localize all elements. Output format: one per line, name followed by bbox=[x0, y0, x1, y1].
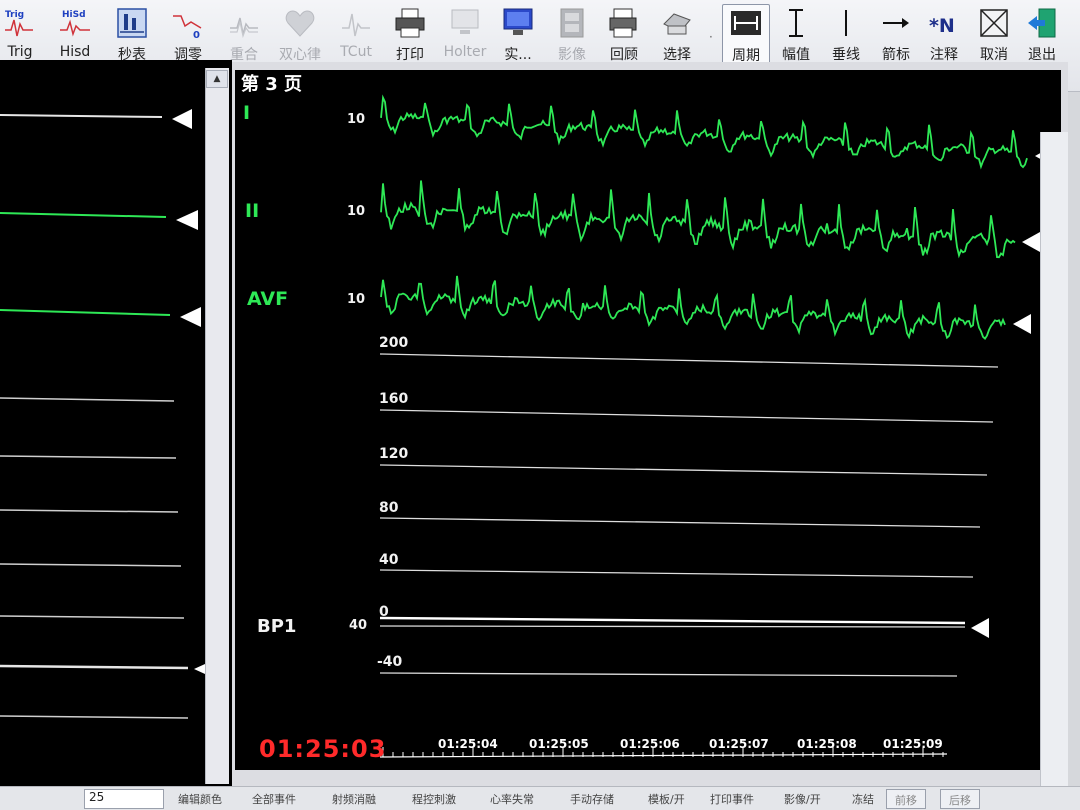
ecg-trace-ii bbox=[380, 180, 1016, 259]
print-label: 打印 bbox=[396, 47, 424, 63]
speed-input[interactable]: 25 bbox=[84, 789, 164, 809]
annotation-label: 注释 bbox=[930, 47, 958, 63]
prev-page-button[interactable]: 前移 bbox=[886, 789, 926, 809]
amplitude-icon bbox=[776, 4, 816, 42]
hisd-icon: HiSd bbox=[55, 4, 95, 42]
time-tick-4: 01:25:07 bbox=[709, 737, 769, 751]
cancel-label: 取消 bbox=[980, 47, 1008, 63]
vertical-line-icon bbox=[826, 4, 866, 42]
cancel-icon bbox=[974, 4, 1014, 42]
annotation-icon-text: *N bbox=[929, 15, 955, 37]
review-icon bbox=[604, 4, 644, 42]
bp-gridline-minus40 bbox=[379, 672, 958, 677]
trig-icon: Trig bbox=[0, 4, 40, 42]
adjust-zero-icon: 0 bbox=[168, 4, 208, 42]
bp-gridline-120 bbox=[379, 464, 988, 476]
status-arrhythmia[interactable]: 心率失常 bbox=[490, 791, 534, 807]
trig-label: Trig bbox=[7, 44, 33, 60]
left-marker-3[interactable] bbox=[180, 307, 201, 327]
status-edit-color[interactable]: 编辑颜色 bbox=[178, 791, 222, 807]
bp-gridline-160 bbox=[379, 409, 994, 423]
holter-label: Holter bbox=[443, 44, 487, 60]
toolbar-separator-dot: · bbox=[709, 30, 713, 44]
scroll-up-arrow-icon[interactable]: ▲ bbox=[206, 70, 228, 88]
status-all-events[interactable]: 全部事件 bbox=[252, 791, 296, 807]
annotation-icon: *N bbox=[924, 4, 964, 42]
bp-scale-160: 160 bbox=[379, 391, 409, 407]
film-label: 影像 bbox=[558, 47, 586, 63]
arrow-icon bbox=[876, 4, 916, 42]
amplitude-label: 幅值 bbox=[782, 47, 810, 63]
film-icon bbox=[552, 4, 592, 42]
tcut-label: TCut bbox=[340, 44, 372, 60]
bp-channel-label: BP1 bbox=[257, 616, 297, 637]
heart-icon bbox=[280, 4, 320, 42]
bp1-marker[interactable] bbox=[971, 618, 989, 638]
ecg-trace-avf bbox=[380, 275, 1006, 340]
next-page-button[interactable]: 后移 bbox=[940, 789, 980, 809]
bp-trace bbox=[379, 616, 966, 625]
status-template-on[interactable]: 模板/开 bbox=[648, 791, 685, 807]
time-tick-6: 01:25:09 bbox=[883, 737, 943, 751]
time-tick-3: 01:25:06 bbox=[620, 737, 680, 751]
status-manual-save[interactable]: 手动存储 bbox=[570, 791, 614, 807]
main-vertical-scrollbar[interactable] bbox=[1040, 132, 1068, 810]
lead-ii-marker[interactable] bbox=[1022, 232, 1040, 252]
bp-scale-120: 120 bbox=[379, 446, 409, 462]
main-monitor-panel: 第 3 页 I 10 II 10 AVF 10 BP1 40 200 160 1… bbox=[232, 62, 1068, 810]
period-icon bbox=[726, 5, 766, 43]
exit-icon bbox=[1022, 4, 1062, 42]
status-programmed-stim[interactable]: 程控刺激 bbox=[412, 791, 456, 807]
status-print-events[interactable]: 打印事件 bbox=[710, 791, 754, 807]
status-film-on[interactable]: 影像/开 bbox=[784, 791, 821, 807]
time-tick-5: 01:25:08 bbox=[797, 737, 857, 751]
bp-gain: 40 bbox=[349, 618, 368, 633]
time-tick-2: 01:25:05 bbox=[529, 737, 589, 751]
arrow-label: 箭标 bbox=[882, 47, 910, 63]
left-marker-2[interactable] bbox=[176, 210, 198, 230]
bp-gridline-0 bbox=[379, 625, 966, 628]
left-traces bbox=[0, 109, 216, 719]
lead-avf-marker[interactable] bbox=[1013, 314, 1031, 334]
review-label: 回顾 bbox=[610, 47, 638, 63]
realtime-icon bbox=[498, 4, 538, 42]
adjust-zero-icon-text: 0 bbox=[193, 30, 200, 40]
ecg-traces bbox=[379, 94, 1028, 758]
select-label: 选择 bbox=[663, 47, 691, 63]
left-marker-1[interactable] bbox=[172, 109, 192, 129]
bp-scale-minus40: -40 bbox=[377, 654, 403, 670]
status-rf-ablation[interactable]: 射频消融 bbox=[332, 791, 376, 807]
current-time: 01:25:03 bbox=[259, 735, 387, 763]
bp-gridline-80 bbox=[379, 517, 981, 528]
left-scrollbar[interactable]: ▲ bbox=[205, 68, 229, 784]
waveform-screen: 第 3 页 I 10 II 10 AVF 10 BP1 40 200 160 1… bbox=[235, 70, 1061, 770]
ecg-trace-i bbox=[380, 94, 1028, 170]
trig-icon-text: Trig bbox=[5, 10, 24, 20]
hisd-label: Hisd bbox=[59, 44, 91, 60]
status-freeze[interactable]: 冻结 bbox=[852, 791, 874, 807]
time-tick-1: 01:25:04 bbox=[438, 737, 498, 751]
stopwatch-icon bbox=[112, 4, 152, 42]
bp-scale-0: 0 bbox=[379, 604, 389, 620]
status-bar: 25 编辑颜色 全部事件 射频消融 程控刺激 心率失常 手动存储 模板/开 打印… bbox=[0, 786, 1080, 810]
select-icon bbox=[657, 4, 697, 42]
bp-scale-80: 80 bbox=[379, 500, 399, 516]
holter-icon bbox=[445, 4, 485, 42]
exit-label: 退出 bbox=[1028, 47, 1056, 63]
vertical-line-label: 垂线 bbox=[832, 47, 860, 63]
printer-icon bbox=[390, 4, 430, 42]
bp-scale-40: 40 bbox=[379, 552, 399, 568]
overlay-icon bbox=[224, 4, 264, 42]
realtime-label: 实... bbox=[504, 47, 532, 63]
double-rhythm-label: 双心律 bbox=[279, 47, 321, 63]
hisd-icon-text: HiSd bbox=[62, 10, 86, 20]
bp-scale-200: 200 bbox=[379, 335, 409, 351]
overlay-label: 重合 bbox=[230, 47, 258, 63]
left-waveform-panel bbox=[0, 60, 232, 788]
bp-gridline-40 bbox=[379, 569, 974, 578]
bp-gridline-200 bbox=[379, 353, 999, 368]
tcut-icon bbox=[336, 4, 376, 42]
